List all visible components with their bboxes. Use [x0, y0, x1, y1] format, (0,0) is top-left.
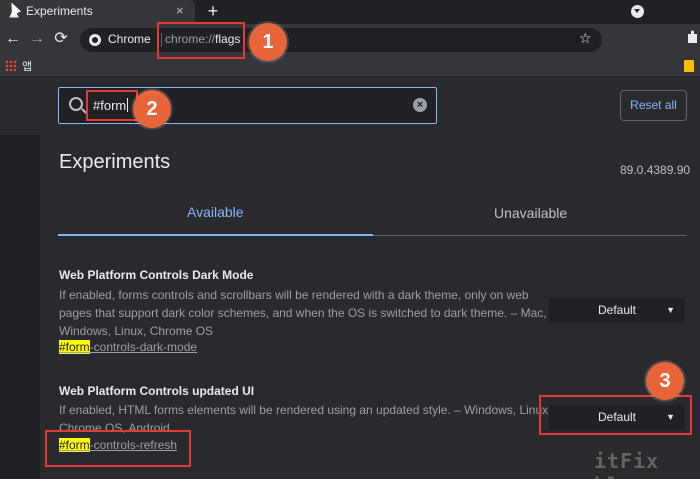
experiment-description: If enabled, HTML forms elements will be …	[59, 401, 551, 433]
annotation-badge: 2	[133, 90, 171, 128]
omnibox-chip: Chrome	[108, 32, 151, 46]
description-line: Windows, Linux, Chrome OS	[59, 324, 214, 338]
version-label: 89.0.4389.90	[620, 163, 691, 177]
tab-unavailable[interactable]: Unavailable	[494, 205, 567, 221]
description-line: pages that support dark color schemes, a…	[59, 306, 547, 320]
close-icon[interactable]: ×	[176, 3, 184, 18]
annotation-badge: 3	[646, 362, 684, 400]
tab-available[interactable]: Available	[187, 204, 244, 220]
search-highlight: #form	[59, 340, 90, 354]
tab-experiments[interactable]: Experiments ×	[0, 0, 195, 24]
tab-divider	[373, 235, 687, 236]
link-rest: -controls-dark-mode	[89, 340, 198, 354]
reload-button[interactable]: ⟳	[50, 28, 72, 50]
apps-label[interactable]: 앱	[22, 58, 32, 74]
watermark: itFix blog	[594, 449, 660, 479]
bookmarks-bar: 앱	[0, 56, 700, 76]
tab-search-icon[interactable]	[631, 5, 644, 18]
experiment-title: Web Platform Controls updated UI	[59, 384, 255, 398]
reset-all-button[interactable]: Reset all	[620, 90, 687, 121]
new-tab-button[interactable]: +	[205, 1, 221, 22]
clear-search-icon[interactable]: ×	[413, 98, 427, 112]
experiment-description: If enabled, forms controls and scrollbar…	[59, 286, 547, 340]
back-button[interactable]: ←	[2, 28, 24, 50]
bookmark-star-icon[interactable]: ☆	[579, 30, 592, 47]
experiment-select[interactable]: Default ▼	[549, 298, 685, 323]
annotation-box-search	[86, 90, 138, 121]
chrome-icon	[89, 34, 101, 46]
tab-title: Experiments	[26, 4, 93, 18]
annotation-box-url	[157, 22, 245, 59]
description-line: If enabled, forms controls and scrollbar…	[59, 288, 529, 302]
description-line: If enabled, HTML forms elements will be …	[59, 403, 552, 417]
page-title: Experiments	[59, 151, 171, 173]
tab-strip: Experiments × +	[0, 0, 700, 24]
select-value: Default	[597, 303, 637, 317]
search-icon	[69, 97, 83, 111]
chevron-down-icon: ▼	[666, 305, 675, 315]
puzzle-icon[interactable]	[686, 30, 698, 44]
apps-grid-icon[interactable]	[5, 60, 16, 71]
annotation-box-select	[539, 395, 692, 435]
forward-button[interactable]: →	[26, 28, 48, 50]
left-gutter	[0, 135, 40, 479]
experiment-title: Web Platform Controls Dark Mode	[59, 268, 254, 282]
annotation-badge: 1	[249, 23, 287, 61]
experiment-link[interactable]: #form-controls-dark-mode	[59, 340, 197, 354]
folder-icon[interactable]	[684, 60, 694, 72]
toolbar: ← → ⟳ Chrome chrome://flags ☆	[0, 24, 700, 56]
active-tab-indicator	[58, 234, 373, 236]
annotation-box-link	[45, 430, 191, 467]
